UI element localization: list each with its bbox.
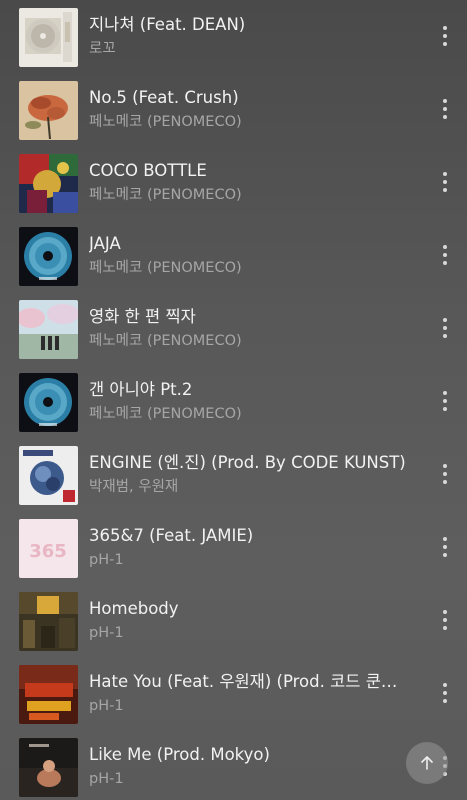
song-list: 지나쳐 (Feat. DEAN) 로꼬 No.5 (Feat. Crush) 페… — [0, 0, 467, 800]
svg-text:365: 365 — [29, 541, 67, 562]
song-artist: 박재범, 우원재 — [89, 479, 179, 495]
song-artist: 페노메코 (PENOMECO) — [89, 260, 242, 276]
scroll-to-top-button[interactable] — [406, 742, 448, 784]
song-row[interactable]: Like Me (Prod. Mokyo) pH-1 — [0, 730, 467, 800]
song-artist: 페노메코 (PENOMECO) — [89, 333, 242, 349]
song-row[interactable]: ENGINE (엔.진) (Prod. By CODE KUNST) 박재범, … — [0, 438, 467, 511]
album-art[interactable] — [19, 81, 78, 140]
album-art[interactable] — [19, 373, 78, 432]
more-vertical-icon[interactable] — [434, 387, 456, 415]
song-title: JAJA — [89, 234, 121, 253]
song-title: Homebody — [89, 599, 179, 618]
album-art[interactable] — [19, 592, 78, 651]
album-art[interactable] — [19, 665, 78, 724]
song-row[interactable]: 지나쳐 (Feat. DEAN) 로꼬 — [0, 0, 467, 73]
song-artist: pH-1 — [89, 698, 124, 714]
more-vertical-icon[interactable] — [434, 314, 456, 342]
album-art[interactable]: 365 — [19, 519, 78, 578]
song-title: 지나쳐 (Feat. DEAN) — [89, 15, 246, 34]
album-art[interactable] — [19, 300, 78, 359]
song-artist: pH-1 — [89, 771, 124, 787]
more-vertical-icon[interactable] — [434, 95, 456, 123]
album-art[interactable] — [19, 154, 78, 213]
song-title: No.5 (Feat. Crush) — [89, 88, 239, 107]
song-row[interactable]: JAJA 페노메코 (PENOMECO) — [0, 219, 467, 292]
song-title: 갠 아니야 Pt.2 — [89, 380, 193, 399]
song-title: Hate You (Feat. 우원재) (Prod. 코드 쿤스트) — [89, 672, 409, 691]
song-row[interactable]: 갠 아니야 Pt.2 페노메코 (PENOMECO) — [0, 365, 467, 438]
album-art[interactable] — [19, 227, 78, 286]
song-row[interactable]: No.5 (Feat. Crush) 페노메코 (PENOMECO) — [0, 73, 467, 146]
song-title: Like Me (Prod. Mokyo) — [89, 745, 270, 764]
song-row[interactable]: 365 365&7 (Feat. JAMIE) pH-1 — [0, 511, 467, 584]
song-artist: 페노메코 (PENOMECO) — [89, 114, 242, 130]
album-art[interactable] — [19, 8, 78, 67]
song-artist: 로꼬 — [89, 41, 116, 57]
more-vertical-icon[interactable] — [434, 22, 456, 50]
song-title: COCO BOTTLE — [89, 161, 207, 180]
more-vertical-icon[interactable] — [434, 606, 456, 634]
song-title: 365&7 (Feat. JAMIE) — [89, 526, 254, 545]
album-art[interactable] — [19, 446, 78, 505]
song-row[interactable]: Homebody pH-1 — [0, 584, 467, 657]
song-artist: 페노메코 (PENOMECO) — [89, 187, 242, 203]
more-vertical-icon[interactable] — [434, 168, 456, 196]
song-title: 영화 한 편 찍자 — [89, 307, 196, 326]
more-vertical-icon[interactable] — [434, 533, 456, 561]
song-artist: 페노메코 (PENOMECO) — [89, 406, 242, 422]
album-art[interactable] — [19, 738, 78, 797]
song-row[interactable]: 영화 한 편 찍자 페노메코 (PENOMECO) — [0, 292, 467, 365]
more-vertical-icon[interactable] — [434, 460, 456, 488]
song-artist: pH-1 — [89, 625, 124, 641]
song-row[interactable]: Hate You (Feat. 우원재) (Prod. 코드 쿤스트) pH-1 — [0, 657, 467, 730]
song-title: ENGINE (엔.진) (Prod. By CODE KUNST) — [89, 453, 406, 472]
arrow-up-icon — [421, 756, 433, 770]
song-row[interactable]: COCO BOTTLE 페노메코 (PENOMECO) — [0, 146, 467, 219]
song-artist: pH-1 — [89, 552, 124, 568]
more-vertical-icon[interactable] — [434, 241, 456, 269]
more-vertical-icon[interactable] — [434, 679, 456, 707]
